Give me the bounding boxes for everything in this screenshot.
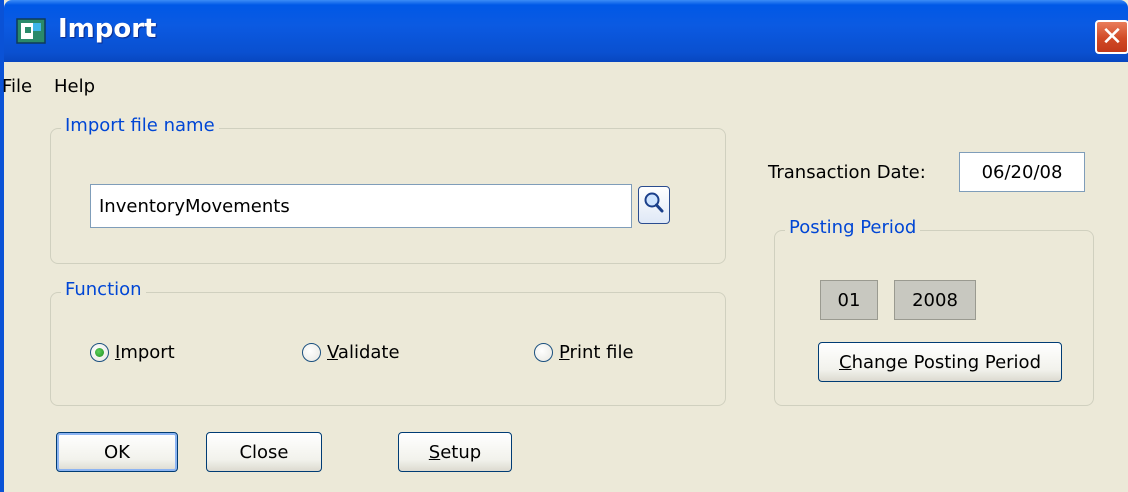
import-dialog: Import ✕ File Help Import file name Inve…: [0, 0, 1128, 492]
magnifier-icon: [643, 191, 665, 220]
setup-label: Setup: [428, 441, 482, 463]
posting-period-field: 01: [820, 280, 878, 320]
radio-print-file-label: Print file: [559, 342, 634, 363]
close-icon: ✕: [1101, 22, 1123, 52]
close-button[interactable]: Close: [206, 432, 322, 472]
function-group-label: Function: [61, 279, 146, 300]
app-icon: [16, 18, 46, 44]
radio-import-label: Import: [115, 342, 175, 363]
posting-period-group-label: Posting Period: [785, 217, 921, 238]
menu-file[interactable]: File: [2, 76, 32, 97]
radio-import-circle: [90, 343, 109, 362]
radio-import[interactable]: Import: [90, 342, 175, 363]
radio-validate-circle: [302, 343, 321, 362]
posting-year-field: 2008: [894, 280, 976, 320]
radio-print-file-circle: [534, 343, 553, 362]
radio-validate-label: Validate: [327, 342, 400, 363]
transaction-date-label: Transaction Date:: [768, 162, 926, 183]
radio-selected-dot: [95, 348, 104, 357]
import-file-input[interactable]: InventoryMovements: [90, 184, 632, 228]
title-bar[interactable]: Import ✕: [4, 0, 1128, 62]
change-posting-period-button[interactable]: Change Posting Period: [818, 342, 1062, 382]
ok-button[interactable]: OK: [56, 432, 178, 472]
radio-print-file[interactable]: Print file: [534, 342, 634, 363]
menu-help[interactable]: Help: [54, 76, 95, 97]
browse-button[interactable]: [638, 186, 670, 224]
radio-validate[interactable]: Validate: [302, 342, 400, 363]
menu-bar: File Help: [2, 66, 1128, 106]
window-title: Import: [58, 14, 157, 44]
setup-button[interactable]: Setup: [398, 432, 512, 472]
transaction-date-input[interactable]: 06/20/08: [959, 152, 1085, 192]
change-posting-period-label: Change Posting Period: [839, 351, 1041, 373]
import-file-group-label: Import file name: [61, 115, 219, 136]
close-window-button[interactable]: ✕: [1095, 20, 1128, 54]
